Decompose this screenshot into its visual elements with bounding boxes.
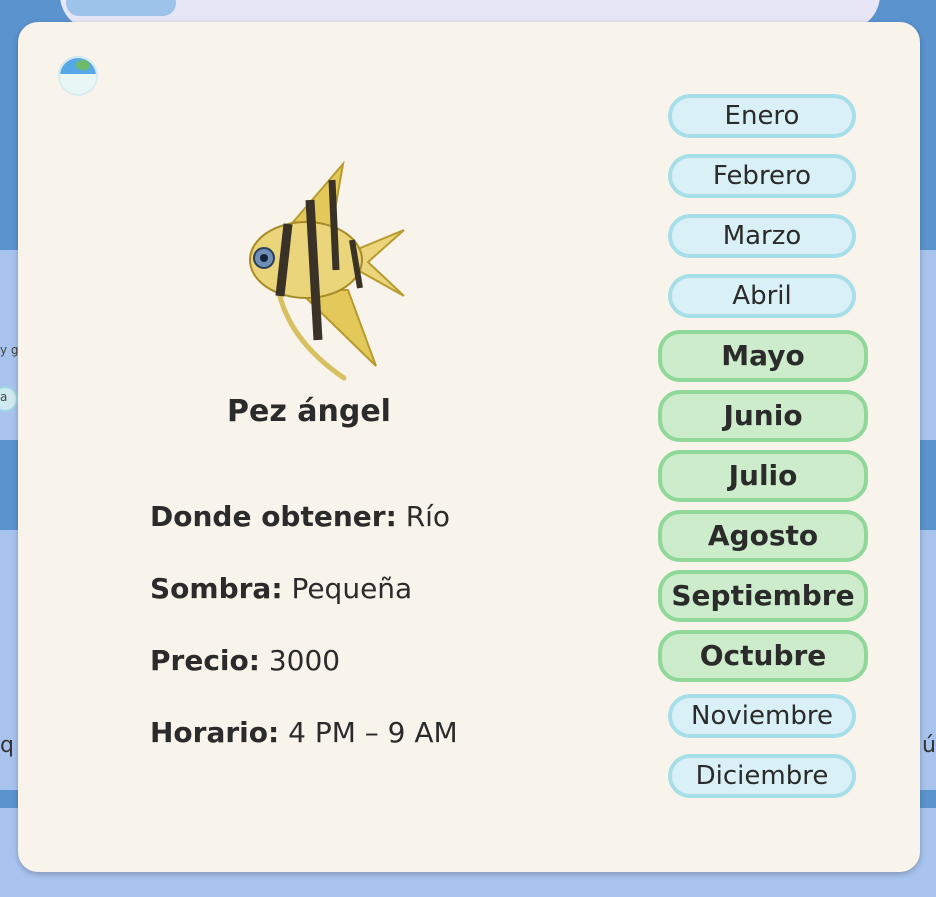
month-chip-marzo[interactable]: Marzo [668, 214, 856, 258]
month-chip-septiembre[interactable]: Septiembre [658, 570, 868, 622]
month-chip-noviembre[interactable]: Noviembre [668, 694, 856, 738]
angelfish-image [249, 160, 405, 381]
month-chip-diciembre[interactable]: Diciembre [668, 754, 856, 798]
background-text: q [0, 733, 14, 758]
info-time: Horario: 4 PM – 9 AM [150, 716, 458, 749]
info-label: Donde obtener: [150, 500, 397, 533]
month-chip-octubre[interactable]: Octubre [658, 630, 868, 682]
info-value: 4 PM – 9 AM [288, 716, 458, 749]
info-shadow: Sombra: Pequeña [150, 572, 412, 605]
month-chip-enero[interactable]: Enero [668, 94, 856, 138]
background-text: a [0, 390, 8, 404]
month-chip-junio[interactable]: Junio [658, 390, 868, 442]
info-price: Precio: 3000 [150, 644, 340, 677]
month-chip-julio[interactable]: Julio [658, 450, 868, 502]
info-value: Pequeña [291, 572, 413, 605]
background-text: ú [922, 733, 936, 758]
info-value: Río [405, 500, 451, 533]
month-chip-agosto[interactable]: Agosto [658, 510, 868, 562]
info-location: Donde obtener: Río [150, 500, 450, 533]
info-label: Sombra: [150, 572, 283, 605]
month-chip-febrero[interactable]: Febrero [668, 154, 856, 198]
info-label: Precio: [150, 644, 260, 677]
fish-name: Pez ángel [227, 394, 391, 429]
month-chip-abril[interactable]: Abril [668, 274, 856, 318]
fish-detail-modal: Pez ángel Donde obtener: Río Sombra: Peq… [18, 22, 920, 872]
info-label: Horario: [150, 716, 280, 749]
background-text: y g [0, 343, 19, 357]
info-value: 3000 [268, 644, 341, 677]
globe-icon[interactable] [58, 56, 98, 96]
background-chip [66, 0, 176, 16]
month-chip-mayo[interactable]: Mayo [658, 330, 868, 382]
